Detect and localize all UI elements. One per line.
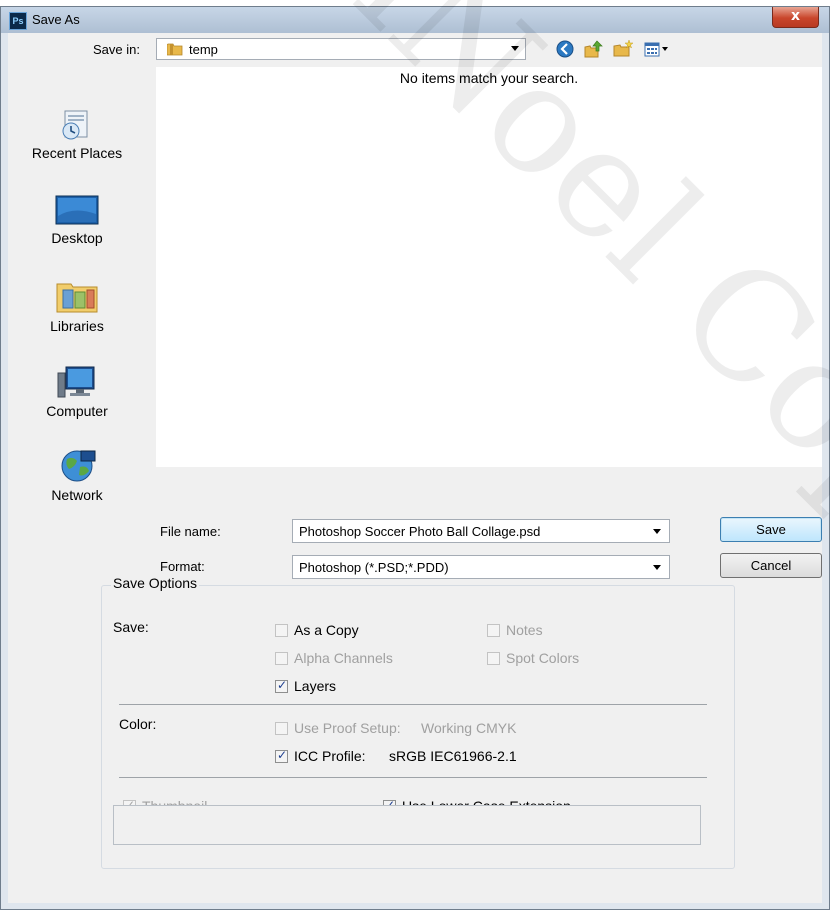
up-folder-button[interactable] [582,38,604,60]
layers-label: Layers [294,678,337,694]
spot-colors-checkbox[interactable] [487,652,500,665]
place-computer[interactable]: Computer [8,363,146,419]
file-list[interactable]: No items match your search. [156,67,822,467]
notes-label: Notes [506,622,543,638]
format-value: Photoshop (*.PSD;*.PDD) [299,560,449,575]
checkmark-icon: ✓ [277,678,288,692]
save-label: Save: [113,619,149,635]
view-menu-button[interactable] [642,38,672,60]
save-as-dialog: Ps Save As x Save in: temp Recent Places… [0,6,830,910]
as-a-copy-label: As a Copy [294,622,359,638]
options-divider [119,704,707,705]
places-bar: Recent Places Desktop Libraries Computer… [8,67,146,579]
desktop-icon [55,195,99,225]
chevron-down-icon[interactable] [511,46,519,51]
file-entry-area: File name: Photoshop Soccer Photo Ball C… [156,467,822,579]
color-label: Color: [119,716,157,732]
icc-profile-label: ICC Profile: [294,748,366,764]
spot-colors-label: Spot Colors [506,650,580,666]
chevron-down-icon[interactable] [653,529,661,534]
icc-profile-checkbox[interactable]: ✓ [275,748,288,763]
file-name-value: Photoshop Soccer Photo Ball Collage.psd [299,524,541,539]
proof-setup-value: Working CMYK [421,720,517,736]
place-libraries[interactable]: Libraries [8,278,146,334]
place-recent-places[interactable]: Recent Places [8,107,146,161]
photoshop-app-icon: Ps [9,12,27,30]
place-network[interactable]: Network [8,447,146,503]
close-button[interactable]: x [772,7,819,28]
layers-checkbox[interactable]: ✓ [275,678,288,693]
save-in-dropdown[interactable]: temp [156,38,526,60]
save-in-value: temp [189,42,218,57]
cancel-button[interactable]: Cancel [720,553,822,578]
save-button[interactable]: Save [720,517,822,542]
recent-places-icon [62,110,88,140]
notes-checkbox[interactable] [487,624,500,637]
place-desktop[interactable]: Desktop [8,194,146,246]
place-label: Network [51,487,103,503]
window-title: Save As [32,12,80,27]
save-options-title: Save Options [111,575,200,591]
new-folder-icon [613,39,634,57]
icc-profile-value: sRGB IEC61966-2.1 [389,748,517,764]
computer-icon [57,366,95,398]
save-in-label: Save in: [93,42,140,57]
checkmark-icon: ✓ [277,748,288,762]
back-button[interactable] [554,38,576,60]
description-box [113,805,701,845]
new-folder-button[interactable] [612,38,634,60]
file-name-label: File name: [160,524,221,539]
place-label: Libraries [50,318,104,334]
up-folder-icon [584,40,603,58]
folder-icon [167,43,183,56]
libraries-icon [56,283,98,313]
back-arrow-icon [556,40,574,58]
options-divider [119,777,707,778]
alpha-channels-checkbox[interactable] [275,652,288,665]
place-label: Recent Places [31,145,123,161]
empty-message: No items match your search. [399,70,579,86]
place-label: Desktop [51,230,103,246]
view-menu-icon [644,42,668,57]
format-select[interactable]: Photoshop (*.PSD;*.PDD) [292,555,670,579]
title-bar[interactable]: Ps Save As x [1,7,829,33]
file-name-input[interactable]: Photoshop Soccer Photo Ball Collage.psd [292,519,670,543]
as-a-copy-checkbox[interactable] [275,624,288,637]
format-label: Format: [160,559,205,574]
use-proof-setup-checkbox[interactable] [275,722,288,735]
alpha-channels-label: Alpha Channels [294,650,393,666]
chevron-down-icon[interactable] [653,565,661,570]
use-proof-setup-label: Use Proof Setup: [294,720,401,736]
network-globe-icon [61,450,96,482]
place-label: Computer [46,403,108,419]
